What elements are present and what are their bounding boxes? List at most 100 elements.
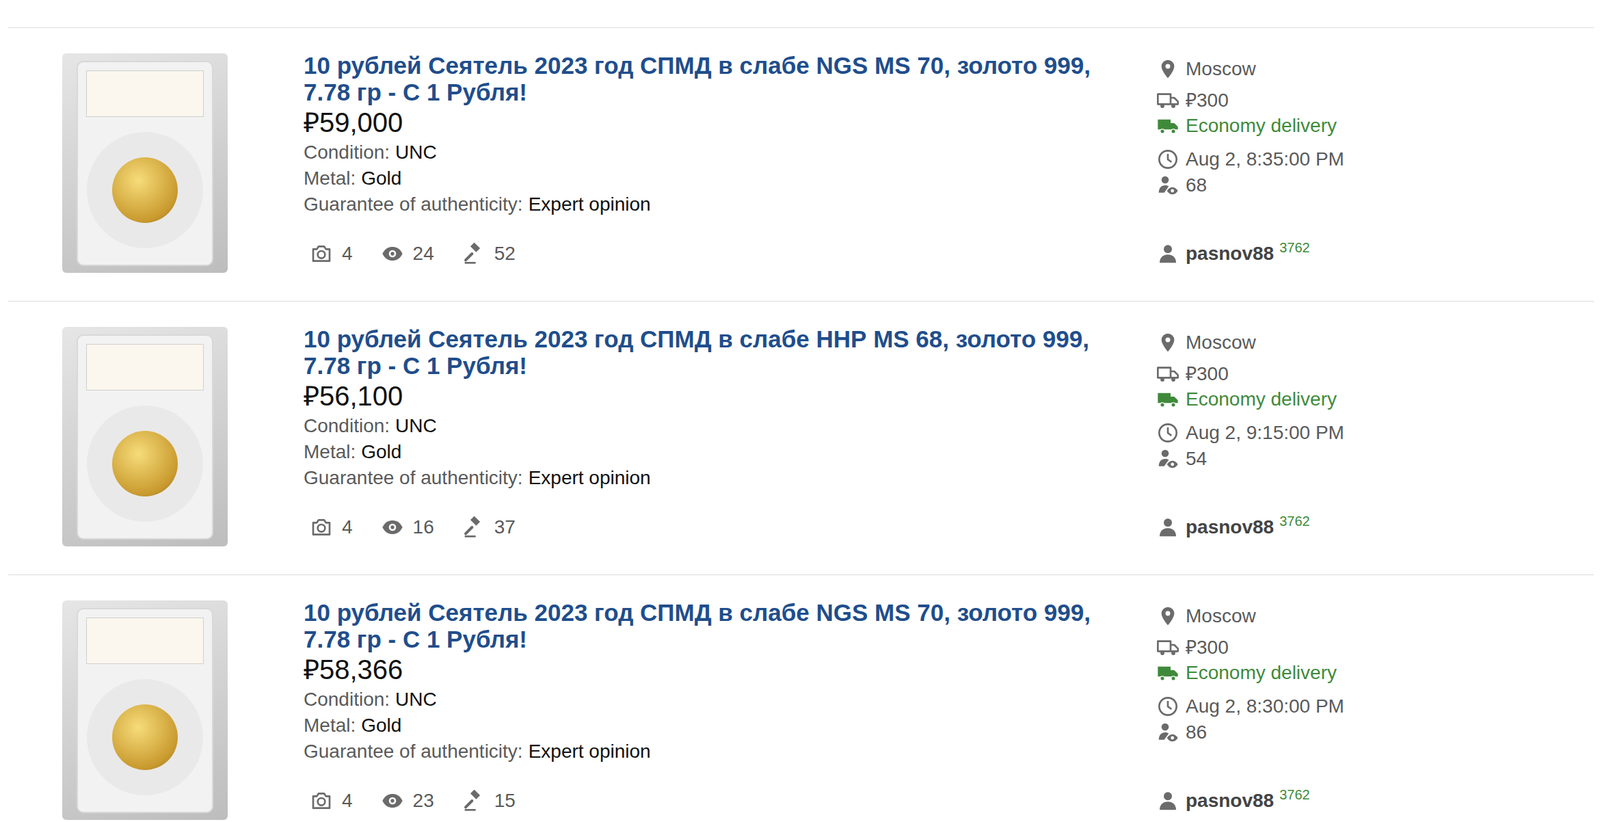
listing-field: Condition:UNC — [303, 686, 1131, 713]
seller[interactable]: pasnov883762 — [1156, 787, 1345, 814]
user-icon — [1156, 789, 1179, 812]
field-label: Guarantee of authenticity: — [303, 193, 524, 215]
gavel-icon — [462, 242, 485, 265]
truck-icon — [1156, 89, 1179, 112]
listing-field: Metal:Gold — [303, 165, 1131, 192]
field-label: Metal: — [303, 714, 356, 736]
end-time: Aug 2, 8:30:00 PM — [1156, 693, 1345, 720]
field-label: Condition: — [303, 688, 390, 710]
listing-side: Moscow₽300Economy deliveryAug 2, 9:15:00… — [1156, 326, 1345, 575]
listing-field: Guarantee of authenticity:Expert opinion — [303, 464, 1131, 491]
watcher-icon — [1156, 447, 1179, 470]
listing-photo[interactable] — [62, 53, 228, 273]
user-icon — [1156, 516, 1179, 539]
coin-slab — [76, 607, 214, 813]
truck-icon — [1156, 363, 1179, 385]
field-label: Condition: — [303, 415, 390, 437]
field-label: Condition: — [303, 141, 390, 163]
listing-page: 10 рублей Сеятель 2023 год СПМД в слабе … — [8, 0, 1594, 822]
stat-value: 23 — [412, 787, 435, 814]
stat-value: 24 — [412, 240, 435, 267]
field-value: UNC — [395, 141, 437, 163]
delivery-option[interactable]: Economy delivery — [1156, 112, 1345, 139]
field-value: Expert opinion — [528, 193, 651, 215]
stat: 15 — [462, 787, 516, 814]
clock-icon — [1156, 421, 1179, 444]
clock-icon — [1156, 695, 1179, 718]
seller[interactable]: pasnov883762 — [1156, 240, 1345, 267]
shipping-cost: ₽300 — [1156, 634, 1345, 661]
listing-title[interactable]: 10 рублей Сеятель 2023 год СПМД в слабе … — [303, 51, 1131, 106]
stat: 4 — [310, 240, 353, 267]
listing-field: Metal:Gold — [303, 438, 1131, 465]
listing-side: Moscow ₽300Economy delivery Aug 2, 8:30:00… — [1156, 600, 1345, 822]
listing-fields: Condition:UNCMetal:GoldGuarantee of auth… — [303, 686, 1131, 765]
listing-stats: 4 23 15 — [310, 787, 1131, 814]
slab-label — [86, 343, 204, 391]
seller-rating: 3762 — [1279, 240, 1311, 255]
seller-rating: 3762 — [1279, 514, 1311, 528]
shipping-cost: ₽300 — [1156, 361, 1345, 388]
slab-window — [86, 405, 204, 522]
stat-value: 52 — [494, 240, 516, 267]
camera-icon — [310, 789, 333, 812]
field-value: UNC — [395, 415, 437, 437]
field-value: UNC — [395, 688, 437, 710]
camera-icon — [310, 516, 333, 539]
listing-field: Condition:UNC — [303, 412, 1131, 439]
map-pin-icon — [1156, 331, 1179, 354]
listing-side: Moscow₽300Economy deliveryAug 2, 8:35:00… — [1156, 53, 1345, 301]
delivery-option[interactable]: Economy delivery — [1156, 386, 1345, 413]
watchers: 68 — [1156, 172, 1345, 199]
seller[interactable]: pasnov883762 — [1156, 514, 1345, 541]
listing-price: ₽59,000 — [303, 105, 1131, 140]
listing-field: Metal:Gold — [303, 712, 1131, 739]
stat: 24 — [381, 240, 435, 267]
coin-slab — [76, 60, 214, 266]
listing-photo[interactable] — [62, 326, 228, 547]
gavel-icon — [462, 789, 485, 812]
field-value: Gold — [361, 714, 402, 736]
map-pin-icon — [1156, 58, 1179, 80]
listing-title[interactable]: 10 рублей Сеятель 2023 год СПМД в слабе … — [303, 325, 1131, 379]
listing-fields: Condition:UNCMetal:GoldGuarantee of auth… — [303, 139, 1131, 218]
gavel-icon — [462, 516, 485, 539]
field-label: Guarantee of authenticity: — [303, 467, 524, 489]
watchers: 86 — [1156, 719, 1345, 746]
slab-label — [86, 617, 204, 664]
gold-coin — [112, 157, 178, 223]
listing-row: 10 рублей Сеятель 2023 год СПМД в слабе … — [8, 300, 1594, 575]
truck-icon — [1156, 636, 1179, 659]
field-label: Metal: — [303, 441, 356, 463]
shipping-cost: ₽300 — [1156, 87, 1345, 114]
field-label: Metal: — [303, 167, 356, 189]
delivery-truck-icon — [1156, 661, 1179, 684]
slab-window — [86, 678, 204, 796]
eye-icon — [381, 789, 404, 812]
listing-field: Guarantee of authenticity:Expert opinion — [303, 738, 1131, 765]
listing-main: 10 рублей Сеятель 2023 год СПМД в слабе … — [303, 598, 1131, 822]
stat: 23 — [381, 787, 435, 814]
camera-icon — [310, 242, 333, 265]
listing-photo[interactable] — [62, 600, 228, 820]
delivery-option[interactable]: Economy delivery — [1156, 659, 1345, 686]
listing-title[interactable]: 10 рублей Сеятель 2023 год СПМД в слабе … — [303, 598, 1131, 653]
location: Moscow — [1156, 603, 1345, 630]
watcher-icon — [1156, 174, 1179, 197]
user-icon — [1156, 242, 1179, 265]
delivery-truck-icon — [1156, 388, 1179, 411]
stat-value: 4 — [341, 514, 353, 541]
end-time: Aug 2, 8:35:00 PM — [1156, 146, 1345, 173]
listing-main: 10 рублей Сеятель 2023 год СПМД в слабе … — [303, 51, 1131, 301]
stat-value: 37 — [494, 514, 516, 541]
watchers: 54 — [1156, 445, 1345, 472]
stat: 37 — [462, 514, 516, 541]
watcher-icon — [1156, 721, 1179, 744]
stat-value: 4 — [341, 787, 353, 814]
gold-coin — [112, 430, 178, 497]
listing-field: Condition:UNC — [303, 139, 1131, 166]
listing-stats: 4 24 52 — [310, 240, 1131, 267]
clock-icon — [1156, 148, 1179, 171]
listing-fields: Condition:UNCMetal:GoldGuarantee of auth… — [303, 412, 1131, 491]
stat: 4 — [310, 787, 353, 814]
